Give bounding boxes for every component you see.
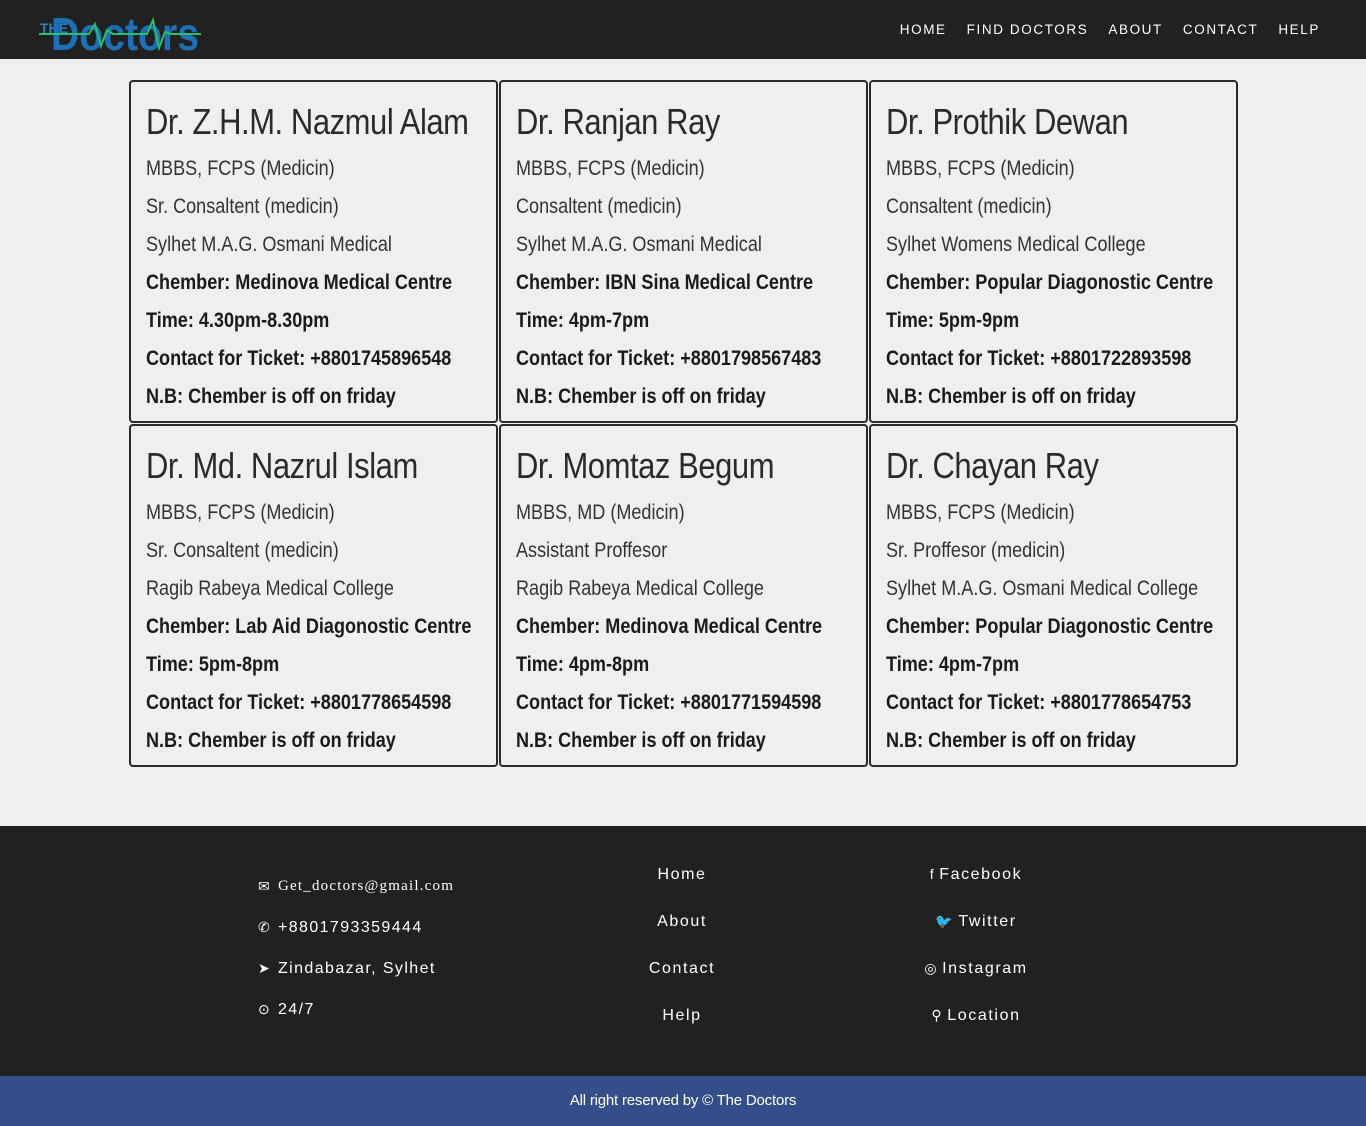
social-facebook-label: Facebook — [939, 866, 1023, 883]
footer-email[interactable]: ✉ Get_doctors@gmail.com — [258, 878, 454, 919]
twitter-icon: 🐦 — [935, 913, 955, 929]
doctor-card: Dr. Ranjan Ray MBBS, FCPS (Medicin) Cons… — [499, 80, 868, 423]
doctor-institution: Sylhet M.A.G. Osmani Medical College — [886, 577, 1199, 600]
doctor-contact: Contact for Ticket: +8801778654598 — [146, 691, 452, 714]
clock-icon: ⊙ — [258, 1001, 272, 1017]
doctor-chember: Chember: Medinova Medical Centre — [146, 271, 453, 294]
doctor-time: Time: 4pm-7pm — [516, 309, 650, 332]
doctor-institution: Ragib Rabeya Medical College — [146, 577, 394, 600]
doctor-degree: MBBS, FCPS (Medicin) — [146, 501, 335, 524]
nav-help[interactable]: HELP — [1278, 22, 1320, 37]
footer-hours: ⊙ 24/7 — [258, 1001, 454, 1042]
nav-find-doctors[interactable]: FIND DOCTORS — [967, 22, 1089, 37]
doctor-time: Time: 5pm-8pm — [146, 653, 280, 676]
footer-link-help[interactable]: Help — [582, 1007, 782, 1054]
doctor-card: Dr. Prothik Dewan MBBS, FCPS (Medicin) C… — [869, 80, 1238, 423]
doctor-name: Dr. Ranjan Ray — [516, 101, 720, 142]
footer-phone[interactable]: ✆ +8801793359444 — [258, 919, 454, 960]
doctor-name: Dr. Z.H.M. Nazmul Alam — [146, 101, 469, 142]
doctor-degree: MBBS, MD (Medicin) — [516, 501, 685, 524]
doctor-institution: Sylhet Womens Medical College — [886, 233, 1146, 256]
social-facebook[interactable]: f Facebook — [876, 866, 1076, 913]
doctor-chember: Chember: Popular Diagonostic Centre — [886, 615, 1214, 638]
site-logo[interactable]: THE Doctors — [39, 4, 201, 54]
doctor-position: Consaltent (medicin) — [516, 195, 682, 218]
address-text: Zindabazar, Sylhet — [278, 960, 436, 977]
doctor-chember: Chember: Popular Diagonostic Centre — [886, 271, 1214, 294]
doctor-time: Time: 4pm-7pm — [886, 653, 1020, 676]
doctor-time: Time: 4pm-8pm — [516, 653, 650, 676]
nav-about[interactable]: ABOUT — [1108, 22, 1163, 37]
social-location[interactable]: ⚲ Location — [876, 1007, 1076, 1054]
doctor-institution: Sylhet M.A.G. Osmani Medical — [516, 233, 762, 256]
nav-contact[interactable]: CONTACT — [1183, 22, 1258, 37]
copyright-bar: All right reserved by © The Doctors — [0, 1076, 1366, 1126]
doctor-card: Dr. Chayan Ray MBBS, FCPS (Medicin) Sr. … — [869, 424, 1238, 767]
doctor-grid: Dr. Z.H.M. Nazmul Alam MBBS, FCPS (Medic… — [129, 80, 1238, 767]
svg-text:Doctors: Doctors — [51, 8, 199, 54]
instagram-icon: ◎ — [924, 960, 939, 976]
doctor-institution: Sylhet M.A.G. Osmani Medical — [146, 233, 392, 256]
doctor-name: Dr. Momtaz Begum — [516, 445, 775, 486]
hours-text: 24/7 — [278, 1001, 315, 1018]
phone-text: +8801793359444 — [278, 919, 423, 936]
social-instagram-label: Instagram — [942, 960, 1028, 977]
doctor-card: Dr. Md. Nazrul Islam MBBS, FCPS (Medicin… — [129, 424, 498, 767]
doctor-degree: MBBS, FCPS (Medicin) — [146, 157, 335, 180]
doctor-note: N.B: Chember is off on friday — [146, 385, 396, 408]
doctor-institution: Ragib Rabeya Medical College — [516, 577, 764, 600]
navbar: THE Doctors HOME FIND DOCTORS ABOUT CONT… — [0, 0, 1366, 59]
doctor-degree: MBBS, FCPS (Medicin) — [886, 157, 1075, 180]
doctor-position: Assistant Proffesor — [516, 539, 668, 562]
main-nav: HOME FIND DOCTORS ABOUT CONTACT HELP — [880, 0, 1320, 59]
doctor-note: N.B: Chember is off on friday — [146, 729, 396, 752]
footer-social: f Facebook 🐦 Twitter ◎ Instagram ⚲ Location — [876, 866, 1076, 1054]
doctor-chember: Chember: Medinova Medical Centre — [516, 615, 823, 638]
doctor-note: N.B: Chember is off on friday — [886, 729, 1136, 752]
phone-icon: ✆ — [258, 919, 272, 935]
doctor-contact: Contact for Ticket: +8801722893598 — [886, 347, 1192, 370]
social-location-label: Location — [947, 1007, 1021, 1024]
doctor-chember: Chember: Lab Aid Diagonostic Centre — [146, 615, 472, 638]
doctor-position: Consaltent (medicin) — [886, 195, 1052, 218]
doctor-note: N.B: Chember is off on friday — [886, 385, 1136, 408]
doctor-card: Dr. Z.H.M. Nazmul Alam MBBS, FCPS (Medic… — [129, 80, 498, 423]
doctor-degree: MBBS, FCPS (Medicin) — [886, 501, 1075, 524]
doctor-name: Dr. Prothik Dewan — [886, 101, 1129, 142]
doctor-position: Sr. Consaltent (medicin) — [146, 539, 339, 562]
doctor-note: N.B: Chember is off on friday — [516, 729, 766, 752]
doctor-note: N.B: Chember is off on friday — [516, 385, 766, 408]
doctor-name: Dr. Chayan Ray — [886, 445, 1099, 486]
social-twitter[interactable]: 🐦 Twitter — [876, 913, 1076, 960]
doctor-card: Dr. Momtaz Begum MBBS, MD (Medicin) Assi… — [499, 424, 868, 767]
doctor-chember: Chember: IBN Sina Medical Centre — [516, 271, 814, 294]
social-instagram[interactable]: ◎ Instagram — [876, 960, 1076, 1007]
footer-link-about[interactable]: About — [582, 913, 782, 960]
footer-links: Home About Contact Help — [582, 866, 782, 1054]
footer-address: ➤ Zindabazar, Sylhet — [258, 960, 454, 1001]
location-arrow-icon: ➤ — [258, 960, 272, 976]
doctor-position: Sr. Proffesor (medicin) — [886, 539, 1066, 562]
doctor-time: Time: 5pm-9pm — [886, 309, 1020, 332]
facebook-icon: f — [929, 866, 936, 882]
social-twitter-label: Twitter — [958, 913, 1017, 930]
footer-link-contact[interactable]: Contact — [582, 960, 782, 1007]
doctor-contact: Contact for Ticket: +8801798567483 — [516, 347, 822, 370]
envelope-icon: ✉ — [258, 878, 272, 894]
doctor-position: Sr. Consaltent (medicin) — [146, 195, 339, 218]
doctor-degree: MBBS, FCPS (Medicin) — [516, 157, 705, 180]
doctor-name: Dr. Md. Nazrul Islam — [146, 445, 418, 486]
doctor-contact: Contact for Ticket: +8801745896548 — [146, 347, 452, 370]
footer: ✉ Get_doctors@gmail.com ✆ +8801793359444… — [0, 826, 1366, 1076]
nav-home[interactable]: HOME — [900, 22, 947, 37]
footer-link-home[interactable]: Home — [582, 866, 782, 913]
doctor-time: Time: 4.30pm-8.30pm — [146, 309, 330, 332]
footer-contact: ✉ Get_doctors@gmail.com ✆ +8801793359444… — [258, 878, 454, 1042]
email-text: Get_doctors@gmail.com — [278, 878, 455, 894]
map-marker-icon: ⚲ — [931, 1007, 944, 1023]
doctor-contact: Contact for Ticket: +8801778654753 — [886, 691, 1192, 714]
doctor-contact: Contact for Ticket: +8801771594598 — [516, 691, 822, 714]
